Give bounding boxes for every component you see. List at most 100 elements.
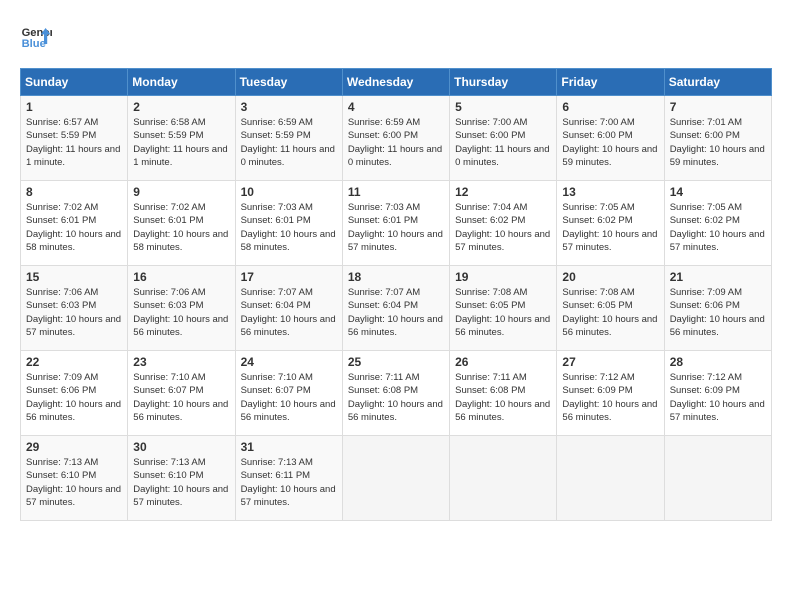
daylight-label: Daylight: 10 hours and 56 minutes. [455, 314, 550, 338]
sunset-label: Sunset: 6:08 PM [455, 385, 525, 396]
calendar-cell: 2 Sunrise: 6:58 AM Sunset: 5:59 PM Dayli… [128, 96, 235, 181]
daylight-label: Daylight: 11 hours and 1 minute. [133, 144, 227, 168]
daylight-label: Daylight: 11 hours and 0 minutes. [455, 144, 549, 168]
daylight-label: Daylight: 10 hours and 56 minutes. [348, 314, 443, 338]
day-info: Sunrise: 7:11 AM Sunset: 6:08 PM Dayligh… [348, 371, 444, 424]
day-number: 30 [133, 440, 229, 454]
col-header-monday: Monday [128, 69, 235, 96]
day-info: Sunrise: 7:08 AM Sunset: 6:05 PM Dayligh… [455, 286, 551, 339]
sunset-label: Sunset: 6:03 PM [26, 300, 96, 311]
sunset-label: Sunset: 6:01 PM [241, 215, 311, 226]
daylight-label: Daylight: 10 hours and 56 minutes. [670, 314, 765, 338]
day-info: Sunrise: 7:08 AM Sunset: 6:05 PM Dayligh… [562, 286, 658, 339]
day-number: 21 [670, 270, 766, 284]
day-number: 20 [562, 270, 658, 284]
calendar-cell [557, 436, 664, 521]
calendar-cell: 6 Sunrise: 7:00 AM Sunset: 6:00 PM Dayli… [557, 96, 664, 181]
daylight-label: Daylight: 10 hours and 59 minutes. [670, 144, 765, 168]
day-info: Sunrise: 7:05 AM Sunset: 6:02 PM Dayligh… [562, 201, 658, 254]
daylight-label: Daylight: 10 hours and 57 minutes. [670, 229, 765, 253]
day-number: 24 [241, 355, 337, 369]
day-number: 10 [241, 185, 337, 199]
calendar-week-2: 8 Sunrise: 7:02 AM Sunset: 6:01 PM Dayli… [21, 181, 772, 266]
day-info: Sunrise: 7:12 AM Sunset: 6:09 PM Dayligh… [562, 371, 658, 424]
day-info: Sunrise: 7:01 AM Sunset: 6:00 PM Dayligh… [670, 116, 766, 169]
sunset-label: Sunset: 6:01 PM [26, 215, 96, 226]
calendar-cell: 9 Sunrise: 7:02 AM Sunset: 6:01 PM Dayli… [128, 181, 235, 266]
day-number: 16 [133, 270, 229, 284]
daylight-label: Daylight: 10 hours and 56 minutes. [241, 399, 336, 423]
day-number: 23 [133, 355, 229, 369]
calendar-cell: 23 Sunrise: 7:10 AM Sunset: 6:07 PM Dayl… [128, 351, 235, 436]
day-info: Sunrise: 7:00 AM Sunset: 6:00 PM Dayligh… [455, 116, 551, 169]
sunset-label: Sunset: 6:02 PM [562, 215, 632, 226]
day-number: 2 [133, 100, 229, 114]
svg-text:Blue: Blue [22, 38, 46, 50]
day-info: Sunrise: 7:03 AM Sunset: 6:01 PM Dayligh… [241, 201, 337, 254]
sunset-label: Sunset: 6:06 PM [26, 385, 96, 396]
daylight-label: Daylight: 10 hours and 56 minutes. [562, 399, 657, 423]
sunset-label: Sunset: 6:10 PM [133, 470, 203, 481]
sunrise-label: Sunrise: 7:11 AM [455, 372, 527, 383]
day-info: Sunrise: 7:07 AM Sunset: 6:04 PM Dayligh… [241, 286, 337, 339]
sunrise-label: Sunrise: 7:05 AM [670, 202, 742, 213]
sunrise-label: Sunrise: 7:03 AM [348, 202, 420, 213]
col-header-saturday: Saturday [664, 69, 771, 96]
calendar-cell: 16 Sunrise: 7:06 AM Sunset: 6:03 PM Dayl… [128, 266, 235, 351]
daylight-label: Daylight: 11 hours and 1 minute. [26, 144, 120, 168]
daylight-label: Daylight: 10 hours and 57 minutes. [26, 484, 121, 508]
sunrise-label: Sunrise: 7:13 AM [26, 457, 98, 468]
sunset-label: Sunset: 6:00 PM [348, 130, 418, 141]
daylight-label: Daylight: 10 hours and 58 minutes. [133, 229, 228, 253]
calendar-week-1: 1 Sunrise: 6:57 AM Sunset: 5:59 PM Dayli… [21, 96, 772, 181]
day-info: Sunrise: 7:03 AM Sunset: 6:01 PM Dayligh… [348, 201, 444, 254]
sunrise-label: Sunrise: 7:05 AM [562, 202, 634, 213]
day-number: 31 [241, 440, 337, 454]
sunrise-label: Sunrise: 7:06 AM [26, 287, 98, 298]
col-header-friday: Friday [557, 69, 664, 96]
calendar-cell [342, 436, 449, 521]
col-header-wednesday: Wednesday [342, 69, 449, 96]
day-number: 7 [670, 100, 766, 114]
daylight-label: Daylight: 10 hours and 57 minutes. [670, 399, 765, 423]
sunrise-label: Sunrise: 7:02 AM [133, 202, 205, 213]
sunset-label: Sunset: 6:01 PM [348, 215, 418, 226]
logo: General Blue [20, 20, 56, 52]
day-number: 29 [26, 440, 122, 454]
calendar-cell: 7 Sunrise: 7:01 AM Sunset: 6:00 PM Dayli… [664, 96, 771, 181]
sunrise-label: Sunrise: 6:59 AM [348, 117, 420, 128]
calendar-week-3: 15 Sunrise: 7:06 AM Sunset: 6:03 PM Dayl… [21, 266, 772, 351]
calendar-cell: 4 Sunrise: 6:59 AM Sunset: 6:00 PM Dayli… [342, 96, 449, 181]
calendar-cell: 10 Sunrise: 7:03 AM Sunset: 6:01 PM Dayl… [235, 181, 342, 266]
day-info: Sunrise: 7:05 AM Sunset: 6:02 PM Dayligh… [670, 201, 766, 254]
day-number: 26 [455, 355, 551, 369]
day-number: 8 [26, 185, 122, 199]
sunrise-label: Sunrise: 6:59 AM [241, 117, 313, 128]
sunrise-label: Sunrise: 7:11 AM [348, 372, 420, 383]
sunrise-label: Sunrise: 7:10 AM [133, 372, 205, 383]
calendar-cell: 26 Sunrise: 7:11 AM Sunset: 6:08 PM Dayl… [450, 351, 557, 436]
sunrise-label: Sunrise: 7:07 AM [241, 287, 313, 298]
daylight-label: Daylight: 10 hours and 58 minutes. [241, 229, 336, 253]
sunset-label: Sunset: 6:09 PM [670, 385, 740, 396]
sunset-label: Sunset: 6:01 PM [133, 215, 203, 226]
calendar-week-4: 22 Sunrise: 7:09 AM Sunset: 6:06 PM Dayl… [21, 351, 772, 436]
day-number: 19 [455, 270, 551, 284]
daylight-label: Daylight: 10 hours and 57 minutes. [455, 229, 550, 253]
day-info: Sunrise: 7:11 AM Sunset: 6:08 PM Dayligh… [455, 371, 551, 424]
daylight-label: Daylight: 10 hours and 56 minutes. [348, 399, 443, 423]
sunrise-label: Sunrise: 7:03 AM [241, 202, 313, 213]
calendar-cell: 22 Sunrise: 7:09 AM Sunset: 6:06 PM Dayl… [21, 351, 128, 436]
calendar-cell: 30 Sunrise: 7:13 AM Sunset: 6:10 PM Dayl… [128, 436, 235, 521]
calendar-cell: 24 Sunrise: 7:10 AM Sunset: 6:07 PM Dayl… [235, 351, 342, 436]
day-info: Sunrise: 7:06 AM Sunset: 6:03 PM Dayligh… [26, 286, 122, 339]
day-info: Sunrise: 7:04 AM Sunset: 6:02 PM Dayligh… [455, 201, 551, 254]
daylight-label: Daylight: 11 hours and 0 minutes. [348, 144, 442, 168]
day-number: 4 [348, 100, 444, 114]
sunset-label: Sunset: 6:00 PM [670, 130, 740, 141]
sunset-label: Sunset: 6:06 PM [670, 300, 740, 311]
day-info: Sunrise: 7:02 AM Sunset: 6:01 PM Dayligh… [26, 201, 122, 254]
calendar-cell: 14 Sunrise: 7:05 AM Sunset: 6:02 PM Dayl… [664, 181, 771, 266]
sunset-label: Sunset: 6:05 PM [562, 300, 632, 311]
day-number: 5 [455, 100, 551, 114]
